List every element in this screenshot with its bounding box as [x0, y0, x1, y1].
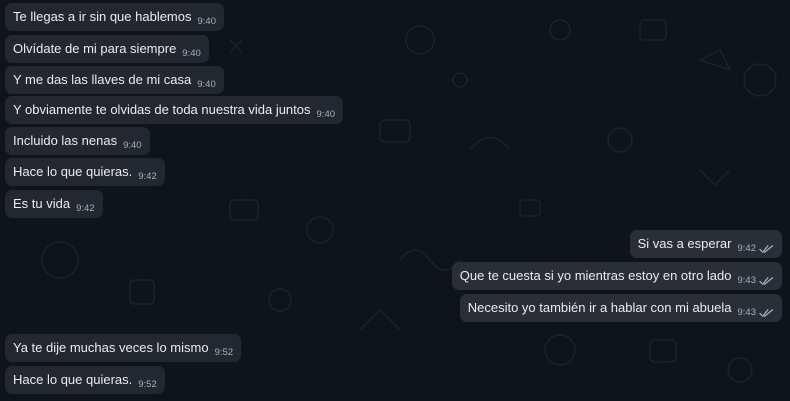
- message-meta: 9:43: [738, 308, 775, 318]
- outgoing-message[interactable]: Necesito yo también ir a hablar con mi a…: [459, 294, 782, 322]
- message-text: Y obviamente te olvidas de toda nuestra …: [13, 102, 311, 117]
- message-time: 9:43: [737, 307, 757, 318]
- message-text: Necesito yo también ir a hablar con mi a…: [467, 300, 732, 315]
- message-text: Hace lo que quieras.: [13, 372, 133, 387]
- message-time: 9:42: [737, 243, 757, 254]
- incoming-message[interactable]: Olvídate de mi para siempre 9:40: [5, 35, 209, 63]
- incoming-message[interactable]: Ya te dije muchas veces lo mismo 9:52: [5, 334, 242, 362]
- message-meta: 9:42: [738, 244, 775, 254]
- double-check-icon: [759, 309, 774, 317]
- message-time: 9:43: [737, 275, 757, 286]
- message-text: Hace lo que quieras.: [13, 164, 133, 179]
- message-time: 9:40: [197, 79, 216, 90]
- message-time: 9:40: [123, 140, 142, 151]
- incoming-message[interactable]: Es tu vida 9:42: [5, 190, 103, 218]
- outgoing-message[interactable]: Que te cuesta si yo mientras estoy en ot…: [451, 262, 782, 290]
- message-text: Es tu vida: [13, 196, 71, 211]
- message-time: 9:40: [182, 48, 201, 59]
- incoming-message[interactable]: Y me das las llaves de mi casa 9:40: [5, 66, 224, 94]
- incoming-message[interactable]: Incluido las nenas 9:40: [5, 127, 150, 155]
- message-text: Olvídate de mi para siempre: [13, 41, 177, 56]
- message-text: Ya te dije muchas veces lo mismo: [13, 340, 209, 355]
- message-text: Que te cuesta si yo mientras estoy en ot…: [459, 268, 732, 283]
- message-text: Te llegas a ir sin que hablemos: [13, 9, 192, 24]
- double-check-icon: [759, 277, 774, 285]
- message-text: Y me das las llaves de mi casa: [13, 72, 192, 87]
- message-time: 9:52: [214, 347, 234, 358]
- incoming-message[interactable]: Hace lo que quieras. 9:52: [5, 366, 165, 394]
- message-time: 9:52: [138, 379, 157, 390]
- message-time: 9:40: [316, 109, 336, 120]
- outgoing-message[interactable]: Si vas a esperar 9:42: [629, 230, 782, 258]
- incoming-message[interactable]: Y obviamente te olvidas de toda nuestra …: [5, 96, 344, 124]
- message-time: 9:40: [197, 16, 217, 27]
- message-time: 9:42: [138, 171, 157, 182]
- incoming-message[interactable]: Hace lo que quieras. 9:42: [5, 158, 165, 186]
- incoming-message[interactable]: Te llegas a ir sin que hablemos 9:40: [5, 3, 224, 31]
- double-check-icon: [759, 245, 774, 253]
- message-text: Incluido las nenas: [13, 133, 118, 148]
- message-time: 9:42: [76, 203, 95, 214]
- message-meta: 9:43: [738, 276, 775, 286]
- message-text: Si vas a esperar: [637, 236, 732, 251]
